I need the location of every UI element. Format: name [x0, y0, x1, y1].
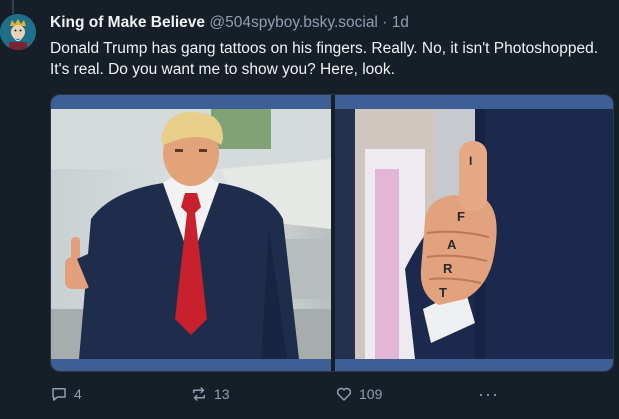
image-trump-thumbs-up[interactable] — [51, 95, 331, 371]
repost-count: 13 — [214, 386, 230, 402]
tattoo-letter-a: A — [447, 237, 457, 252]
king-avatar-icon — [0, 14, 36, 50]
post-text: Donald Trump has gang tattoos on his fin… — [50, 40, 599, 78]
tattoo-letter-r: R — [443, 261, 453, 276]
image-thumb-closeup[interactable]: I F A R T — [335, 95, 613, 371]
avatar[interactable] — [0, 14, 36, 50]
tattoo-letter-i: I — [469, 154, 472, 168]
display-name[interactable]: King of Make Believe — [50, 14, 205, 31]
post-actions: 4 13 109 ··· — [50, 383, 610, 405]
reply-icon — [52, 388, 66, 401]
reply-button[interactable]: 4 — [50, 383, 82, 405]
post-header: King of Make Believe @504spyboy.bsky.soc… — [50, 12, 409, 34]
photo-thumb-closeup-icon: I F A R T — [335, 109, 613, 359]
repost-button[interactable]: 13 — [190, 383, 230, 405]
tattoo-letter-t: T — [439, 285, 447, 300]
photo-trump-thumbs-up-icon — [51, 109, 331, 359]
separator-dot: · — [382, 14, 388, 31]
like-button[interactable]: 109 — [335, 383, 382, 405]
image-gallery: I F A R T — [50, 94, 614, 372]
reply-count: 4 — [74, 386, 82, 402]
more-options-button[interactable]: ··· — [478, 383, 499, 405]
heart-icon — [336, 387, 352, 401]
user-handle[interactable]: @504spyboy.bsky.social — [209, 14, 378, 31]
thread-connector-line — [12, 0, 14, 14]
more-options-icon: ··· — [478, 384, 499, 404]
repost-icon — [193, 387, 205, 401]
tattoo-letter-f: F — [457, 209, 465, 224]
like-count: 109 — [359, 386, 383, 402]
post-timestamp[interactable]: 1d — [392, 14, 409, 31]
